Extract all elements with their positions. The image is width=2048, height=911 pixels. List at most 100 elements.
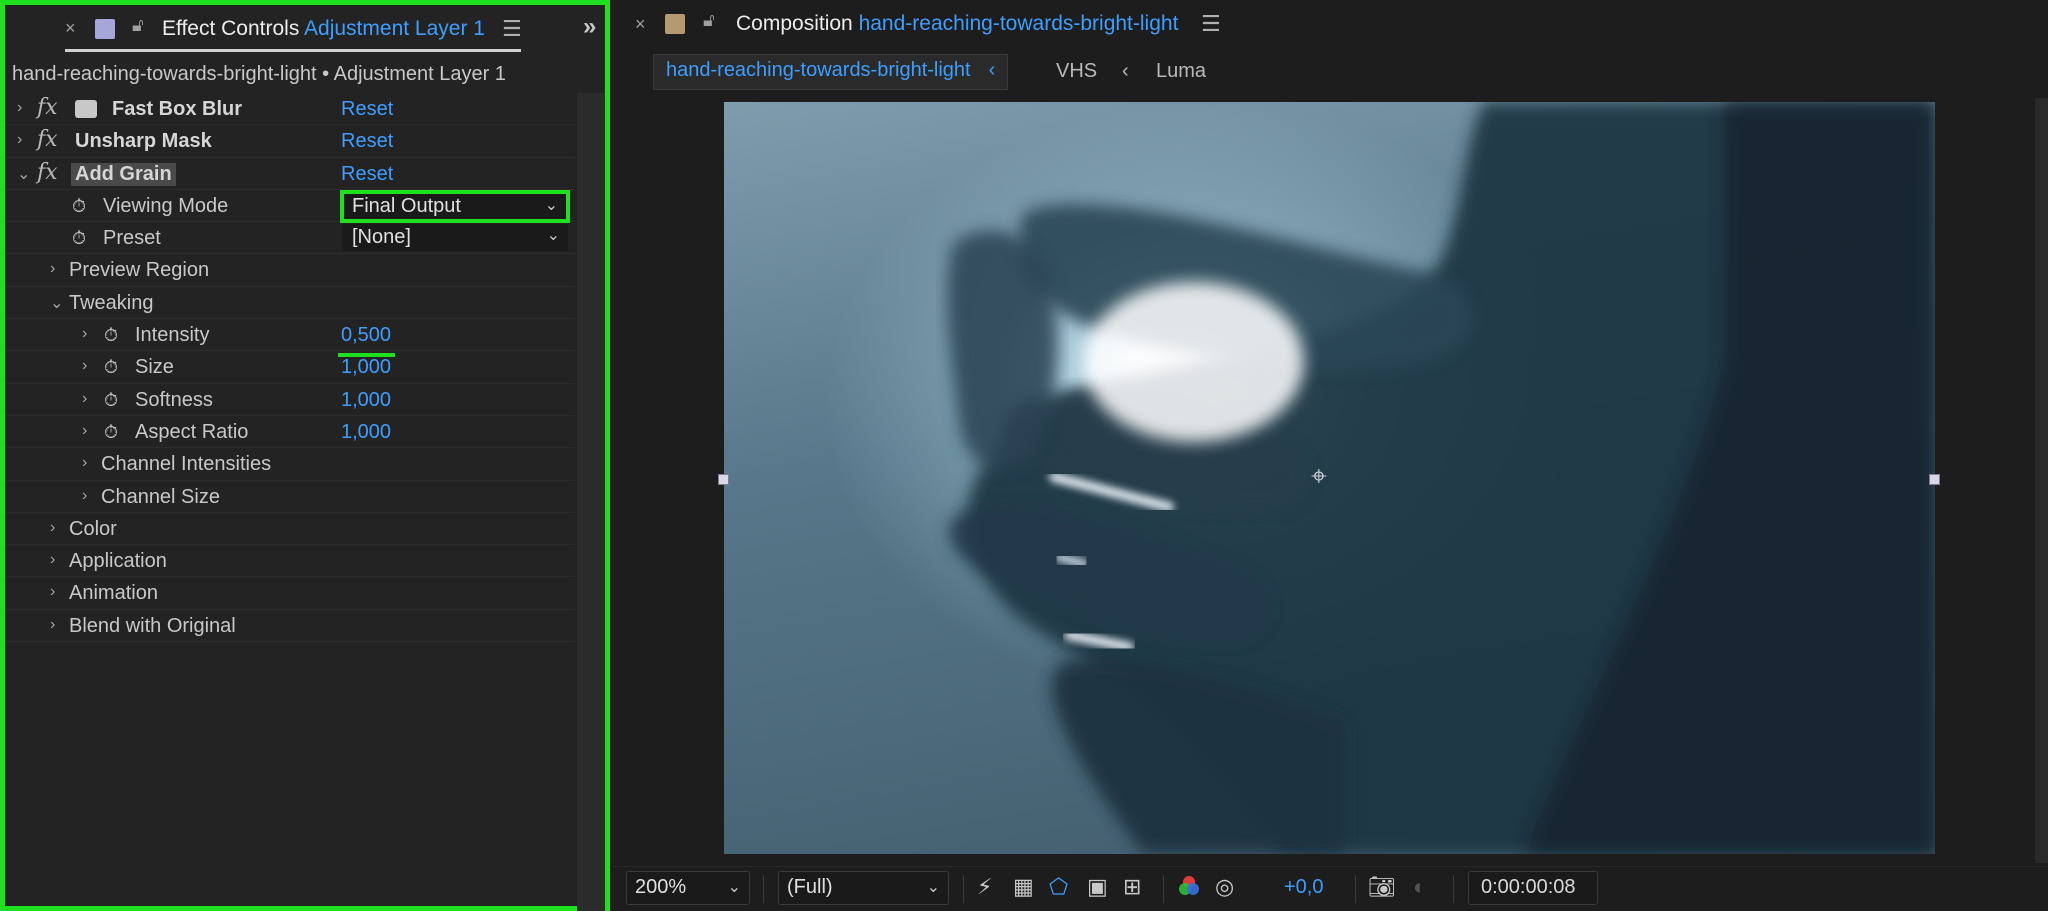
toolbar-separator — [1163, 875, 1164, 903]
stopwatch-icon[interactable]: ⏱︎ — [104, 422, 118, 443]
stopwatch-icon[interactable]: ⏱︎ — [104, 390, 118, 411]
group-label: Tweaking — [69, 291, 154, 314]
group-label: Channel Intensities — [101, 453, 272, 476]
viewer-scrollbar[interactable] — [2035, 98, 2048, 863]
group-preview-region[interactable]: › Preview Region — [5, 254, 575, 287]
exposure-value[interactable]: +0,0 — [1284, 876, 1323, 899]
tab-luma[interactable]: Luma — [1156, 60, 1206, 83]
composition-color-swatch — [665, 14, 685, 34]
dropdown-value: [None] — [352, 226, 411, 249]
region-of-interest-icon[interactable]: ▣ — [1087, 874, 1108, 900]
chevron-right-icon[interactable]: › — [50, 519, 55, 537]
close-panel-icon[interactable]: × — [635, 14, 646, 35]
stopwatch-icon[interactable]: ⏱︎ — [104, 357, 118, 378]
chevron-right-icon[interactable]: › — [50, 616, 55, 634]
expand-panels-icon[interactable]: » — [583, 13, 596, 41]
lock-icon[interactable]: 🔓︎ — [703, 10, 715, 31]
lock-icon[interactable]: 🔓︎ — [132, 15, 144, 36]
stopwatch-icon[interactable]: ⏱︎ — [104, 325, 118, 346]
close-panel-icon[interactable]: × — [65, 18, 76, 39]
aspect-ratio-value[interactable]: 1,000 — [341, 421, 391, 444]
panel-menu-icon[interactable]: ☰ — [502, 16, 522, 42]
grid-guides-icon[interactable]: ⊞ — [1123, 874, 1141, 900]
property-aspect-ratio: › ⏱︎ Aspect Ratio 1,000 — [5, 416, 575, 449]
magnification-dropdown[interactable]: 200% ⌄ — [626, 871, 750, 905]
preset-dropdown[interactable]: [None] ⌄ — [342, 224, 568, 252]
group-application[interactable]: › Application — [5, 545, 575, 578]
chevron-right-icon[interactable]: › — [50, 583, 55, 601]
composition-title: Composition hand-reaching-towards-bright… — [736, 12, 1179, 35]
fx-icon[interactable]: fx — [37, 95, 58, 120]
fx-icon[interactable]: fx — [37, 160, 58, 185]
reset-link[interactable]: Reset — [341, 98, 393, 121]
group-blend-with-original[interactable]: › Blend with Original — [5, 610, 575, 643]
group-tweaking[interactable]: ⌄ Tweaking — [5, 287, 575, 320]
composition-toolbar: 200% ⌄ (Full) ⌄ ⚡︎ ▦ ⬠ ▣ ⊞ ◎ +0,0 📷︎ ◐ 0… — [613, 866, 2048, 911]
group-label: Blend with Original — [69, 614, 236, 637]
dropdown-value: Final Output — [352, 194, 461, 217]
channel-rgb-icon[interactable] — [1177, 874, 1201, 904]
panel-scrollbar[interactable] — [577, 93, 605, 911]
anchor-point-icon[interactable]: ⌖ — [1311, 460, 1327, 493]
viewing-mode-dropdown[interactable]: Final Output ⌄ — [340, 189, 570, 223]
tab-vhs[interactable]: VHS — [1056, 60, 1097, 83]
effect-row-unsharp-mask[interactable]: › fx Unsharp Mask Reset — [5, 125, 575, 158]
fx-icon[interactable]: fx — [37, 127, 58, 152]
group-label: Color — [69, 517, 117, 540]
stopwatch-icon[interactable]: ⏱︎ — [72, 228, 86, 249]
chevron-right-icon[interactable]: › — [82, 487, 87, 505]
layer-handle-right[interactable] — [1929, 474, 1940, 485]
camera-snapshot-icon[interactable]: 📷︎ — [1368, 874, 1396, 900]
chevron-right-icon[interactable]: › — [82, 390, 87, 408]
toolbar-separator — [763, 875, 764, 903]
fast-previews-icon[interactable]: ⚡︎ — [977, 874, 992, 900]
tab-hand-reaching[interactable]: hand-reaching-towards-bright-light ‹ — [653, 54, 1009, 90]
effect-row-fast-box-blur[interactable]: › fx Fast Box Blur Reset — [5, 93, 575, 126]
composition-viewer[interactable]: ⌖ — [613, 98, 2033, 863]
toolbar-separator — [963, 875, 964, 903]
layer-path-breadcrumb: hand-reaching-towards-bright-light • Adj… — [12, 63, 506, 85]
chevron-down-icon[interactable]: ⌄ — [17, 164, 30, 184]
chevron-right-icon[interactable]: › — [82, 454, 87, 472]
chevron-right-icon[interactable]: › — [82, 357, 87, 375]
chevron-right-icon[interactable]: › — [82, 325, 87, 343]
show-snapshot-icon[interactable]: ◐ — [1413, 874, 1426, 900]
resolution-dropdown[interactable]: (Full) ⌄ — [778, 871, 949, 905]
effect-controls-header: × 🔓︎ Effect Controls Adjustment Layer 1 … — [5, 5, 605, 53]
toolbar-separator — [1355, 875, 1356, 903]
panel-title: Effect Controls Adjustment Layer 1 — [162, 17, 485, 40]
layer-handle-left[interactable] — [718, 474, 729, 485]
composition-header: × 🔓︎ Composition hand-reaching-towards-b… — [613, 0, 2048, 50]
intensity-value[interactable]: 0,500 — [341, 324, 391, 347]
group-label: Animation — [69, 582, 158, 605]
stopwatch-icon[interactable]: ⏱︎ — [72, 196, 86, 217]
size-value[interactable]: 1,000 — [341, 356, 391, 379]
group-label: Preview Region — [69, 259, 210, 282]
group-color[interactable]: › Color — [5, 513, 575, 546]
chevron-left-icon: ‹ — [988, 59, 996, 81]
chevron-right-icon[interactable]: › — [17, 99, 22, 117]
reset-link[interactable]: Reset — [341, 130, 393, 153]
toolbar-separator — [1453, 875, 1454, 903]
composition-frame-image[interactable] — [724, 102, 1935, 854]
transparency-grid-icon[interactable]: ▦ — [1013, 874, 1034, 900]
reset-link[interactable]: Reset — [341, 163, 393, 186]
effect-name: Fast Box Blur — [112, 98, 243, 120]
exposure-reset-icon[interactable]: ◎ — [1215, 874, 1234, 900]
chevron-right-icon[interactable]: › — [50, 551, 55, 569]
current-time-display[interactable]: 0:00:00:08 — [1468, 871, 1598, 905]
chevron-right-icon[interactable]: › — [17, 131, 22, 149]
softness-value[interactable]: 1,000 — [341, 389, 391, 412]
group-channel-intensities[interactable]: › Channel Intensities — [5, 448, 575, 481]
mask-path-visibility-icon[interactable]: ⬠ — [1049, 874, 1068, 900]
effect-row-add-grain[interactable]: ⌄ fx Add Grain Reset — [5, 158, 575, 190]
property-label: Aspect Ratio — [135, 420, 249, 443]
group-animation[interactable]: › Animation — [5, 577, 575, 610]
chevron-right-icon[interactable]: › — [50, 260, 55, 278]
chevron-down-icon[interactable]: ⌄ — [50, 293, 63, 313]
chevron-right-icon[interactable]: › — [82, 422, 87, 440]
chevron-down-icon: ⌄ — [544, 196, 558, 214]
group-channel-size[interactable]: › Channel Size — [5, 481, 575, 513]
panel-menu-icon[interactable]: ☰ — [1201, 11, 1221, 37]
chevron-left-icon: ‹ — [1122, 60, 1129, 82]
